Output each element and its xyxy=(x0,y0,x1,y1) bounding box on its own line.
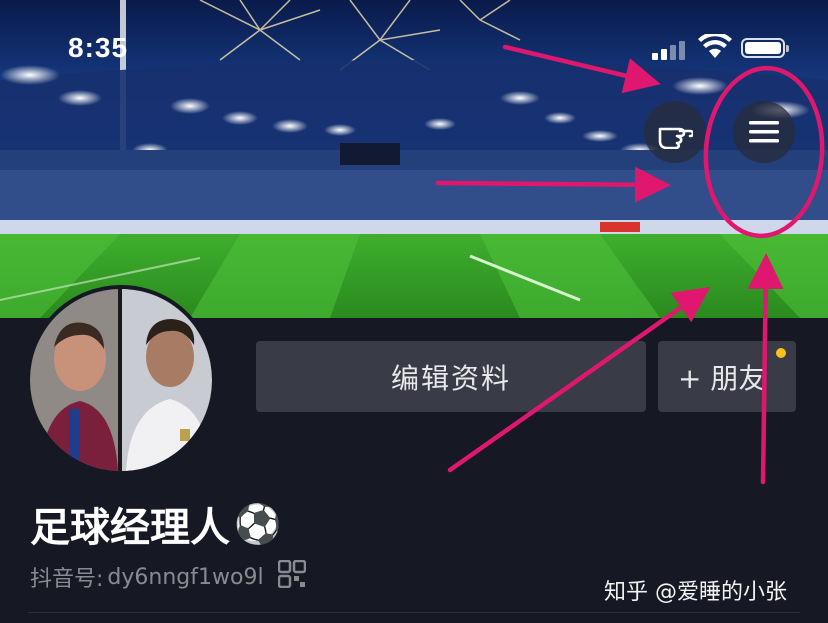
hand-pointer-icon xyxy=(658,127,693,149)
section-divider xyxy=(28,612,800,613)
douyin-id-row: 抖音号: dy6nngf1wo9l xyxy=(30,559,306,594)
menu-button[interactable] xyxy=(733,101,795,163)
battery-icon xyxy=(741,38,789,58)
zhihu-watermark: 知乎 @爱睡的小张 xyxy=(604,580,787,605)
qr-code-icon[interactable] xyxy=(277,559,306,594)
douyin-id-value[interactable]: dy6nngf1wo9l xyxy=(107,565,263,590)
avatar-image xyxy=(30,289,212,471)
gesture-button[interactable] xyxy=(644,101,706,163)
edit-profile-button[interactable]: 编辑资料 xyxy=(256,341,646,412)
avatar[interactable] xyxy=(26,285,216,475)
status-bar-time: 8:35 xyxy=(68,32,129,63)
soccer-ball-emoji: ⚽ xyxy=(234,501,282,546)
notification-dot xyxy=(776,348,786,358)
profile-nickname: 足球经理人 ⚽ xyxy=(30,495,281,553)
wifi-icon xyxy=(698,31,732,64)
cellular-signal-icon xyxy=(652,40,688,64)
douyin-id-label: 抖音号: xyxy=(30,567,104,592)
hamburger-menu-icon xyxy=(749,121,779,143)
nickname-text: 足球经理人 xyxy=(30,505,230,551)
